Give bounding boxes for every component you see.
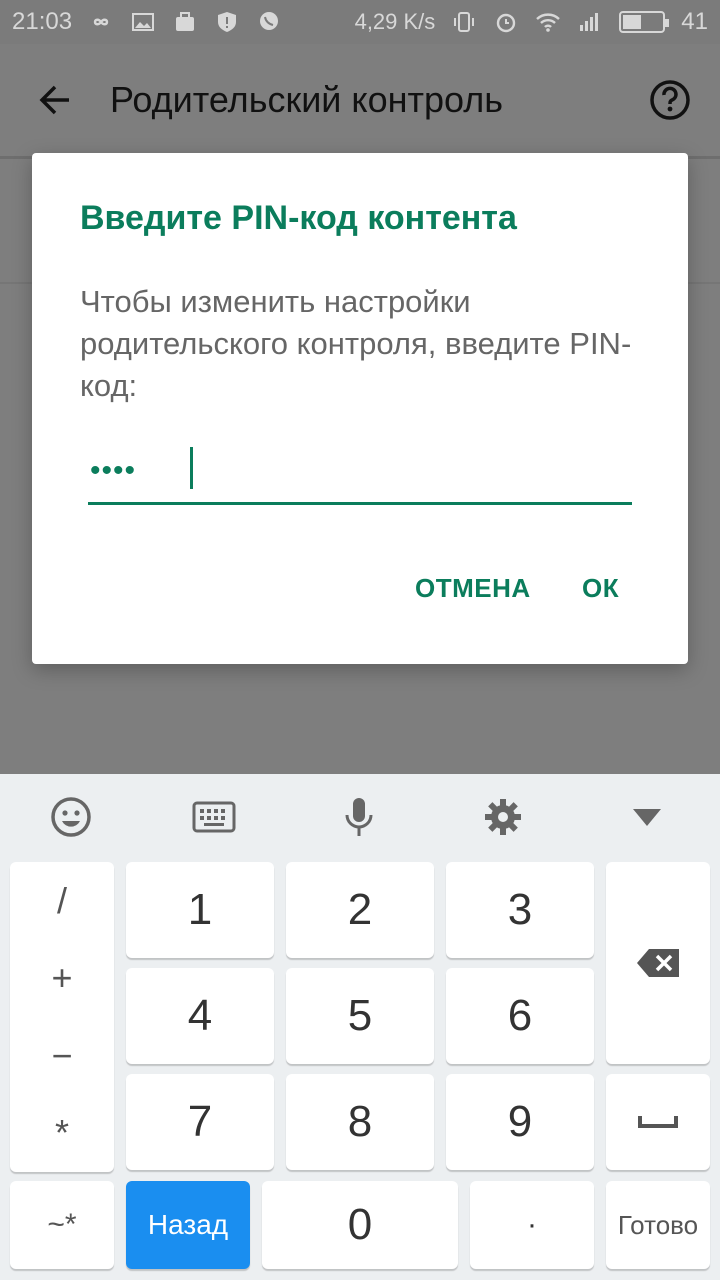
backspace-icon bbox=[637, 949, 679, 977]
backspace-key[interactable] bbox=[606, 862, 710, 1064]
cancel-button[interactable]: ОТМЕНА bbox=[415, 573, 531, 604]
battery-icon bbox=[619, 11, 670, 33]
space-key[interactable] bbox=[606, 1074, 710, 1170]
key-2[interactable]: 2 bbox=[286, 862, 434, 958]
ok-button[interactable]: ОК bbox=[582, 573, 619, 604]
collapse-icon[interactable] bbox=[624, 794, 670, 840]
dot-key[interactable]: · bbox=[470, 1181, 594, 1269]
arrow-left-icon bbox=[39, 85, 69, 115]
symbols-column-key[interactable]: / + − * bbox=[10, 862, 114, 1172]
asterisk-key[interactable]: * bbox=[55, 1112, 69, 1154]
settings-icon[interactable] bbox=[480, 794, 526, 840]
vibrate-icon bbox=[451, 11, 477, 33]
dialog-message: Чтобы изменить настройки родительского к… bbox=[80, 284, 632, 403]
key-8[interactable]: 8 bbox=[286, 1074, 434, 1170]
microphone-icon[interactable] bbox=[336, 794, 382, 840]
key-3[interactable]: 3 bbox=[446, 862, 594, 958]
pin-value: •••• bbox=[90, 454, 137, 487]
alarm-icon bbox=[493, 11, 519, 33]
cellular-signal-icon bbox=[577, 11, 603, 33]
image-icon bbox=[130, 11, 156, 33]
keyboard-icon[interactable] bbox=[191, 794, 237, 840]
dialog-title: Введите PIN-код контента bbox=[80, 199, 517, 237]
done-key[interactable]: Готово bbox=[606, 1181, 710, 1269]
help-circle-icon bbox=[650, 80, 690, 120]
numeric-keyboard: / + − * 1 2 3 4 5 6 7 8 9 ~* Назад 0 · Г… bbox=[0, 774, 720, 1280]
battery-level: 41 bbox=[681, 8, 708, 35]
key-1[interactable]: 1 bbox=[126, 862, 274, 958]
space-icon bbox=[638, 1116, 678, 1128]
shield-icon bbox=[214, 11, 240, 33]
key-4[interactable]: 4 bbox=[126, 968, 274, 1064]
pin-dialog: Введите PIN-код контента Чтобы изменить … bbox=[32, 153, 688, 664]
help-button[interactable] bbox=[620, 44, 720, 156]
slash-key[interactable]: / bbox=[57, 880, 67, 922]
wifi-icon bbox=[535, 11, 561, 33]
symbols-key[interactable]: ~* bbox=[10, 1181, 114, 1269]
back-button[interactable] bbox=[0, 44, 110, 156]
bag-icon bbox=[172, 11, 198, 33]
pin-input[interactable]: •••• bbox=[88, 443, 632, 505]
plus-key[interactable]: + bbox=[51, 957, 72, 999]
back-key[interactable]: Назад bbox=[126, 1181, 250, 1269]
network-speed: 4,29 K/s bbox=[354, 9, 436, 34]
key-5[interactable]: 5 bbox=[286, 968, 434, 1064]
app-bar: Родительский контроль bbox=[0, 44, 720, 156]
minus-key[interactable]: − bbox=[51, 1035, 72, 1077]
page-title: Родительский контроль bbox=[110, 79, 503, 120]
key-6[interactable]: 6 bbox=[446, 968, 594, 1064]
status-bar: 21:03 4,29 K/s 41 bbox=[0, 0, 720, 44]
status-time: 21:03 bbox=[12, 8, 73, 35]
key-0[interactable]: 0 bbox=[262, 1181, 458, 1269]
viber-icon bbox=[256, 11, 282, 33]
text-caret bbox=[190, 447, 193, 489]
keyboard-toolbar bbox=[0, 774, 720, 860]
emoji-icon[interactable] bbox=[48, 794, 94, 840]
infinity-icon bbox=[88, 11, 114, 33]
key-7[interactable]: 7 bbox=[126, 1074, 274, 1170]
key-9[interactable]: 9 bbox=[446, 1074, 594, 1170]
